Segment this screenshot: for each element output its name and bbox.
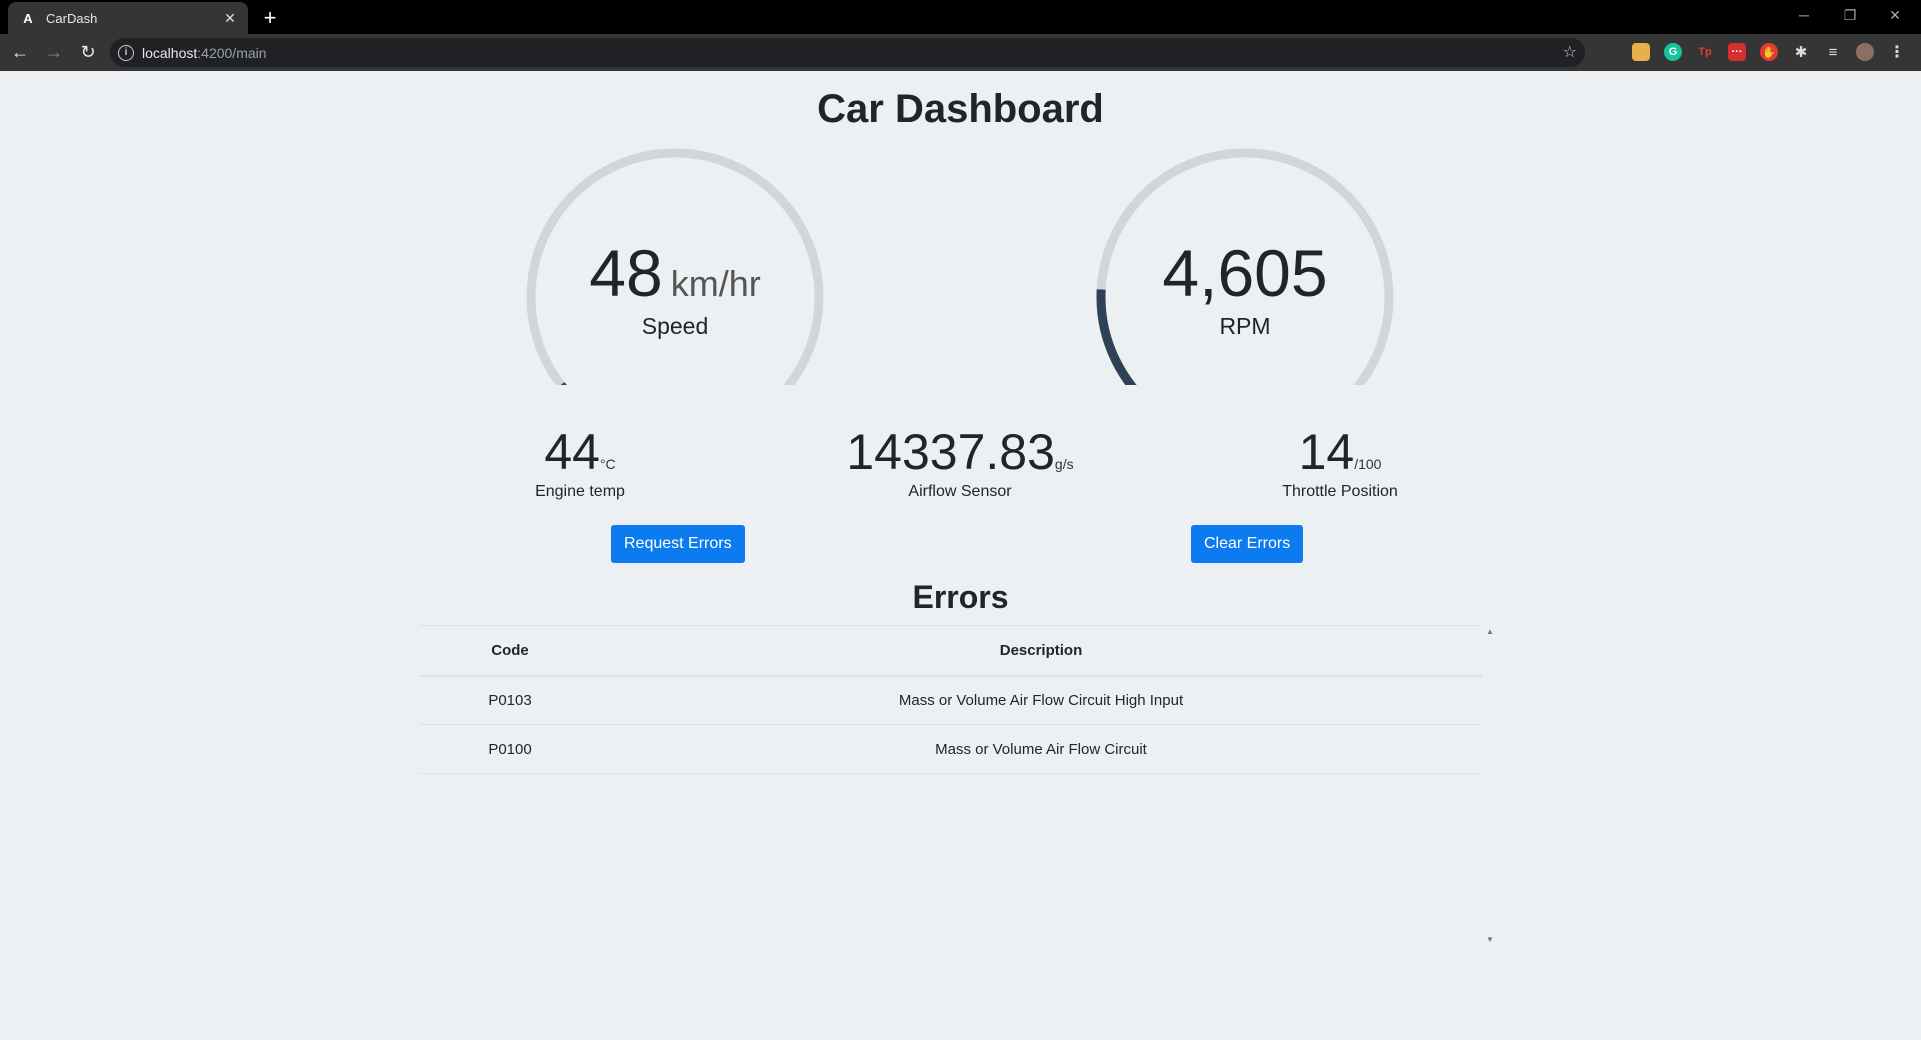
speed-readout: 48 km/hr — [526, 235, 824, 311]
engine-temp-value: 44 — [544, 424, 600, 480]
errors-heading: Errors — [912, 579, 1009, 615]
url-text[interactable]: localhost:4200/main — [142, 45, 267, 61]
browser-tab-bar: A CarDash ✕ + ─ ❐ ✕ — [0, 0, 1921, 34]
airflow-value: 14337.83 — [846, 424, 1055, 480]
profile-avatar[interactable] — [1856, 43, 1874, 61]
page-title: Car Dashboard — [817, 87, 1104, 131]
request-errors-button[interactable]: Request Errors — [611, 525, 745, 563]
extension-tp-icon[interactable]: Tp — [1696, 43, 1714, 61]
forward-arrow-icon[interactable]: → — [40, 39, 68, 67]
errors-table-container[interactable]: Code Description P0103 Mass or Volume Ai… — [420, 625, 1496, 945]
media-queue-icon[interactable]: ≡ — [1824, 43, 1842, 61]
engine-temp-unit: °C — [599, 456, 616, 472]
error-code-cell: P0100 — [420, 724, 600, 774]
url-path: :4200/main — [197, 44, 267, 61]
speed-unit: km/hr — [670, 263, 761, 304]
speed-value: 48 — [589, 236, 663, 310]
error-code-cell: P0103 — [420, 675, 600, 725]
throttle-unit: /100 — [1354, 456, 1382, 472]
window-restore-icon[interactable]: ❐ — [1835, 4, 1865, 26]
extension-lastpass-icon[interactable]: ··· — [1728, 43, 1746, 61]
errors-table: Code Description P0103 Mass or Volume Ai… — [420, 625, 1482, 774]
window-close-icon[interactable]: ✕ — [1880, 4, 1910, 26]
address-bar[interactable]: i localhost:4200/main ☆ — [110, 38, 1585, 67]
error-description-cell: Mass or Volume Air Flow Circuit — [600, 724, 1482, 774]
error-description-cell: Mass or Volume Air Flow Circuit High Inp… — [600, 675, 1482, 725]
scroll-down-arrow-icon[interactable]: ▼ — [1484, 933, 1496, 945]
engine-temp-label: Engine temp — [535, 483, 625, 500]
throttle-label: Throttle Position — [1282, 483, 1398, 500]
clear-errors-button[interactable]: Clear Errors — [1191, 525, 1304, 563]
airflow-unit: g/s — [1054, 456, 1074, 472]
angular-favicon-icon: A — [23, 10, 33, 26]
rpm-readout: 4,605 — [1096, 235, 1394, 311]
rpm-value: 4,605 — [1162, 236, 1328, 310]
speed-gauge: 48 km/hr Speed — [526, 145, 824, 385]
table-scrollbar[interactable]: ▲ ▼ — [1484, 625, 1496, 945]
column-header-description: Description — [600, 625, 1482, 677]
tab-title: CarDash — [46, 10, 98, 26]
extension-grammarly-icon[interactable]: G — [1664, 43, 1682, 61]
table-row: P0103 Mass or Volume Air Flow Circuit Hi… — [420, 675, 1482, 725]
url-host: localhost — [142, 44, 198, 61]
extension-honey-icon[interactable] — [1632, 43, 1650, 61]
airflow-stat: 14337.83g/s Airflow Sensor — [810, 423, 1110, 501]
column-header-code: Code — [420, 625, 600, 677]
speed-label: Speed — [641, 313, 709, 339]
engine-temp-stat: 44°C Engine temp — [480, 423, 680, 501]
tab-close-icon[interactable]: ✕ — [220, 8, 240, 28]
extension-adblock-icon[interactable]: ✋ — [1760, 43, 1778, 61]
scroll-up-arrow-icon[interactable]: ▲ — [1484, 625, 1496, 637]
window-minimize-icon[interactable]: ─ — [1789, 4, 1819, 26]
reload-icon[interactable]: ↻ — [74, 39, 102, 67]
dashboard-page: Car Dashboard 48 km/hr Speed 4,605 RPM 44… — [0, 71, 1921, 1040]
browser-tab[interactable]: A CarDash ✕ — [8, 2, 248, 34]
table-header-row: Code Description — [420, 625, 1482, 677]
new-tab-plus-icon[interactable]: + — [258, 5, 282, 30]
table-row: P0100 Mass or Volume Air Flow Circuit — [420, 724, 1482, 774]
rpm-gauge: 4,605 RPM — [1096, 145, 1394, 385]
throttle-stat: 14/100 Throttle Position — [1240, 423, 1440, 501]
browser-menu-icon[interactable]: ⋮ — [1888, 43, 1906, 61]
airflow-label: Airflow Sensor — [908, 483, 1012, 500]
back-arrow-icon[interactable]: ← — [6, 39, 34, 67]
site-info-icon[interactable]: i — [118, 44, 134, 61]
bookmark-star-icon[interactable]: ☆ — [1563, 42, 1577, 62]
extensions-puzzle-icon[interactable]: ✱ — [1792, 43, 1810, 61]
rpm-label: RPM — [1219, 313, 1271, 339]
throttle-value: 14 — [1298, 424, 1355, 480]
